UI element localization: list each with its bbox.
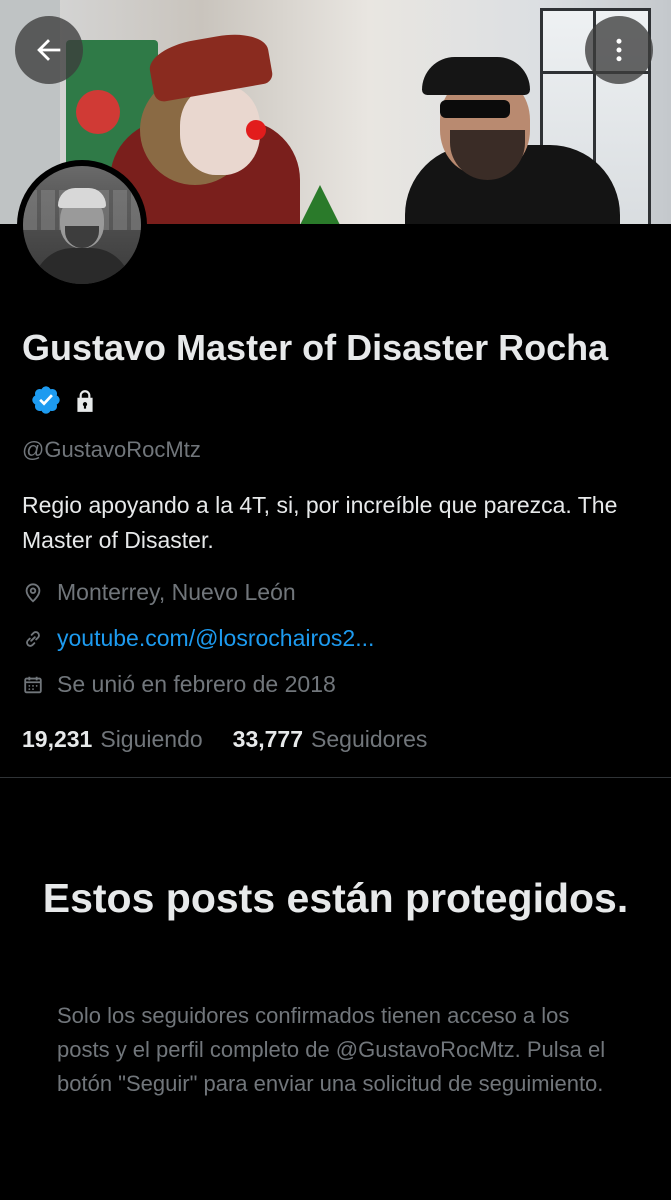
following-count: 19,231 (22, 726, 93, 752)
protected-description: Solo los seguidores confirmados tienen a… (57, 1003, 606, 1096)
follow-stats: 19,231 Siguiendo 33,777 Seguidores (22, 726, 427, 753)
profile-location: Monterrey, Nuevo León (22, 579, 296, 606)
arrow-left-icon (37, 39, 61, 61)
calendar-icon (22, 674, 44, 696)
profile-joined: Se unió en febrero de 2018 (22, 671, 336, 698)
profile-handle: @GustavoRocMtz (22, 437, 201, 462)
followers-count: 33,777 (232, 726, 304, 752)
profile-bio: Regio apoyando a la 4T, si, por increíbl… (22, 492, 618, 553)
divider (0, 777, 671, 778)
location-text: Monterrey, Nuevo León (57, 579, 296, 605)
protected-title: Estos posts están protegidos. (42, 875, 629, 921)
website-link[interactable]: youtube.com/@losrochairos2... (57, 625, 374, 652)
lock-icon (72, 377, 98, 428)
avatar[interactable] (17, 160, 147, 290)
link-icon (22, 628, 44, 650)
location-pin-icon (22, 582, 44, 604)
profile-name: Gustavo Master of Disaster Rocha (22, 322, 642, 429)
followers-link[interactable]: 33,777 Seguidores (233, 726, 428, 753)
more-vertical-icon (616, 38, 622, 62)
followers-label: Seguidores (311, 726, 428, 752)
profile-name-text: Gustavo Master of Disaster Rocha (22, 327, 609, 368)
back-button[interactable] (15, 16, 83, 84)
verified-badge-icon[interactable] (30, 378, 62, 429)
joined-text: Se unió en febrero de 2018 (57, 671, 336, 697)
following-link[interactable]: 19,231 Siguiendo (22, 726, 203, 753)
profile-website: youtube.com/@losrochairos2... (22, 625, 374, 652)
following-label: Siguiendo (100, 726, 203, 752)
more-options-button[interactable] (585, 16, 653, 84)
avatar-photo (23, 166, 141, 284)
